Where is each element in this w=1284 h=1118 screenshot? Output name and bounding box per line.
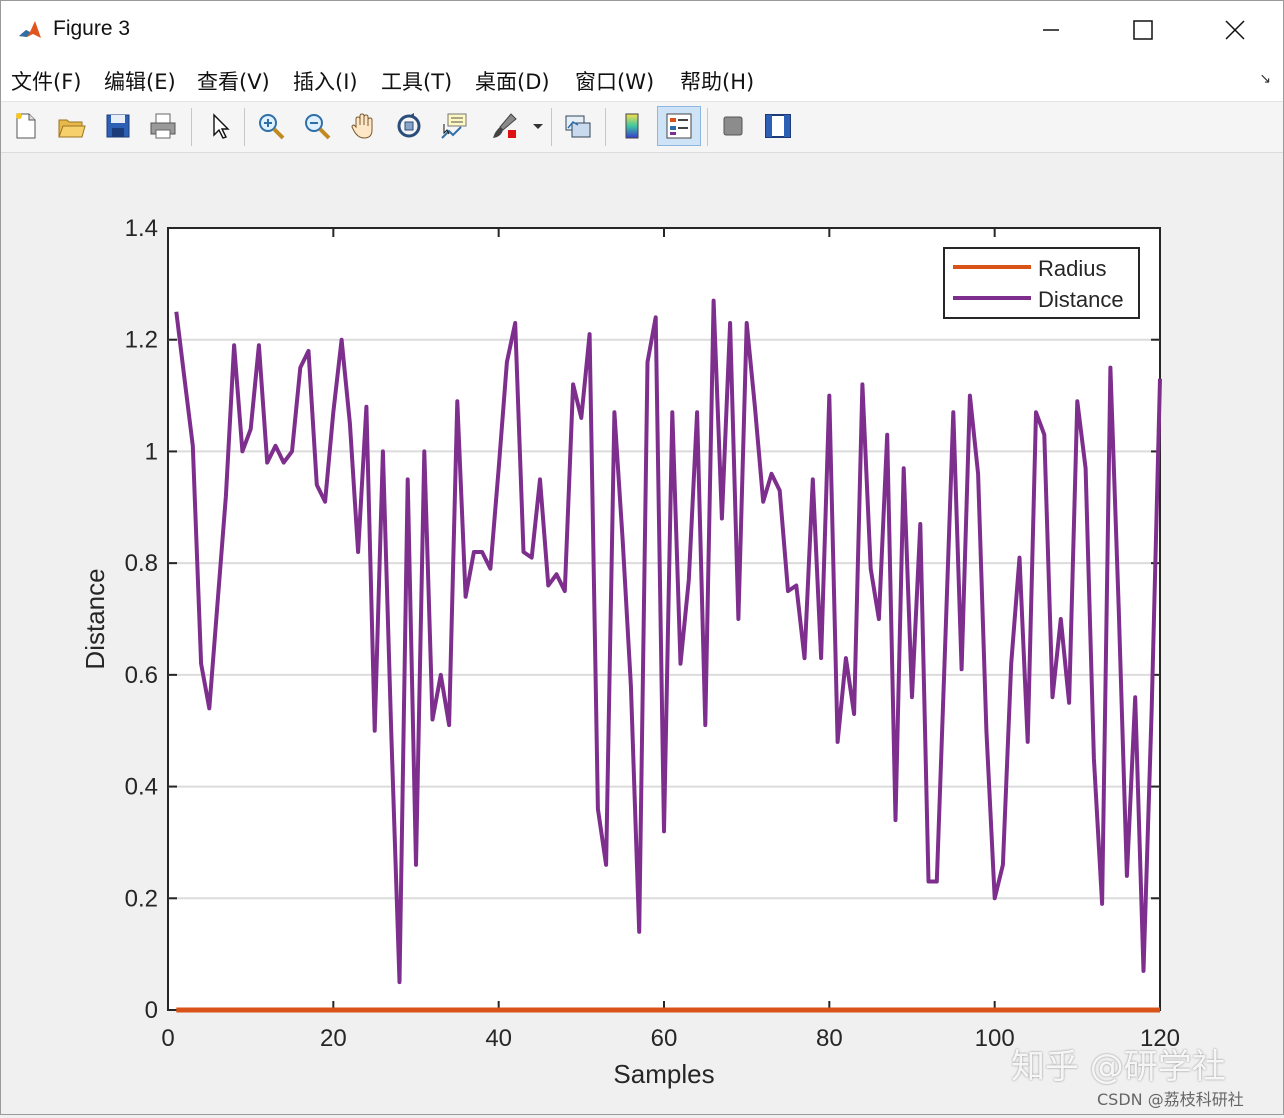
open-file-icon[interactable] (52, 107, 90, 145)
menu-help[interactable]: 帮助(H) (680, 66, 754, 96)
link-plot-icon[interactable] (559, 107, 597, 145)
y-tick-label: 0 (145, 997, 158, 1024)
legend-label-radius: Radius (1038, 256, 1106, 281)
y-tick-label: 1.2 (125, 327, 158, 354)
maximize-button[interactable] (1097, 1, 1189, 59)
y-tick-label: 0.8 (125, 550, 158, 577)
x-axis-label: Samples (613, 1059, 714, 1089)
figure-toolbar (1, 102, 1283, 153)
figure-canvas[interactable]: 0 0.2 0.4 0.6 0.8 1 1.2 1.4 0 20 40 60 80 100 120 Samp… (1, 153, 1283, 1114)
new-figure-icon[interactable] (7, 107, 45, 145)
menu-insert[interactable]: 插入(I) (293, 66, 358, 96)
hide-plot-tools-icon[interactable] (714, 107, 752, 145)
brush-icon[interactable] (485, 107, 523, 145)
menu-tools[interactable]: 工具(T) (381, 66, 452, 96)
legend-box[interactable]: Radius Distance (943, 247, 1140, 319)
y-tick-label: 0.2 (125, 885, 158, 912)
plot-svg: 00.20.40.60.811.21.40 20 40 60 80 100 120 Samp… (80, 215, 1180, 1089)
matlab-logo-icon (17, 18, 43, 44)
rotate-3d-icon[interactable] (390, 107, 428, 145)
x-tick-label: 60 (651, 1025, 678, 1052)
y-tick-label: 0.4 (125, 774, 158, 801)
menu-file[interactable]: 文件(F) (11, 66, 81, 96)
title-bar[interactable]: Figure 3 (1, 1, 1283, 59)
minimize-icon (1043, 29, 1059, 31)
axes-background[interactable] (167, 227, 1161, 1011)
pan-hand-icon[interactable] (344, 107, 382, 145)
close-button[interactable] (1189, 1, 1281, 59)
figure-window: Figure 3 文件(F) 编辑(E) 查看(V) 插入(I) 工具(T) 桌… (0, 0, 1284, 1115)
y-axis-label: Distance (80, 568, 110, 669)
x-tick-label: 20 (320, 1025, 347, 1052)
brush-dropdown-icon[interactable] (529, 107, 547, 145)
x-tick-label: 80 (816, 1025, 843, 1052)
show-plot-tools-icon[interactable] (759, 107, 797, 145)
window-title: Figure 3 (53, 17, 131, 40)
zoom-in-icon[interactable] (252, 107, 290, 145)
print-icon[interactable] (144, 107, 182, 145)
x-tick-label: 100 (975, 1025, 1015, 1052)
legend-icon[interactable] (657, 106, 701, 146)
maximize-icon (1133, 20, 1153, 40)
close-icon (1225, 20, 1245, 40)
data-cursor-icon[interactable] (435, 107, 473, 145)
dock-figure-icon[interactable]: ↘ (1259, 71, 1271, 87)
y-tick-label: 1.4 (125, 215, 158, 242)
csdn-watermark: CSDN @荔枝科研社 (1097, 1090, 1244, 1109)
menu-desktop[interactable]: 桌面(D) (475, 66, 550, 96)
zoom-out-icon[interactable] (298, 107, 336, 145)
zhihu-watermark: 知乎 @研学社 (1011, 1047, 1226, 1087)
menu-bar: 文件(F) 编辑(E) 查看(V) 插入(I) 工具(T) 桌面(D) 窗口(W… (1, 59, 1283, 102)
select-arrow-icon[interactable] (200, 107, 238, 145)
legend-label-distance: Distance (1038, 287, 1124, 312)
colorbar-icon[interactable] (613, 107, 651, 145)
menu-view[interactable]: 查看(V) (197, 66, 270, 96)
y-tick-label: 0.6 (125, 662, 158, 689)
menu-edit[interactable]: 编辑(E) (104, 66, 176, 96)
y-tick-label: 1 (145, 438, 158, 465)
save-icon[interactable] (99, 107, 137, 145)
menu-window[interactable]: 窗口(W) (575, 66, 654, 96)
x-tick-label: 0 (161, 1025, 174, 1052)
x-tick-label: 40 (485, 1025, 512, 1052)
minimize-button[interactable] (1005, 1, 1097, 59)
